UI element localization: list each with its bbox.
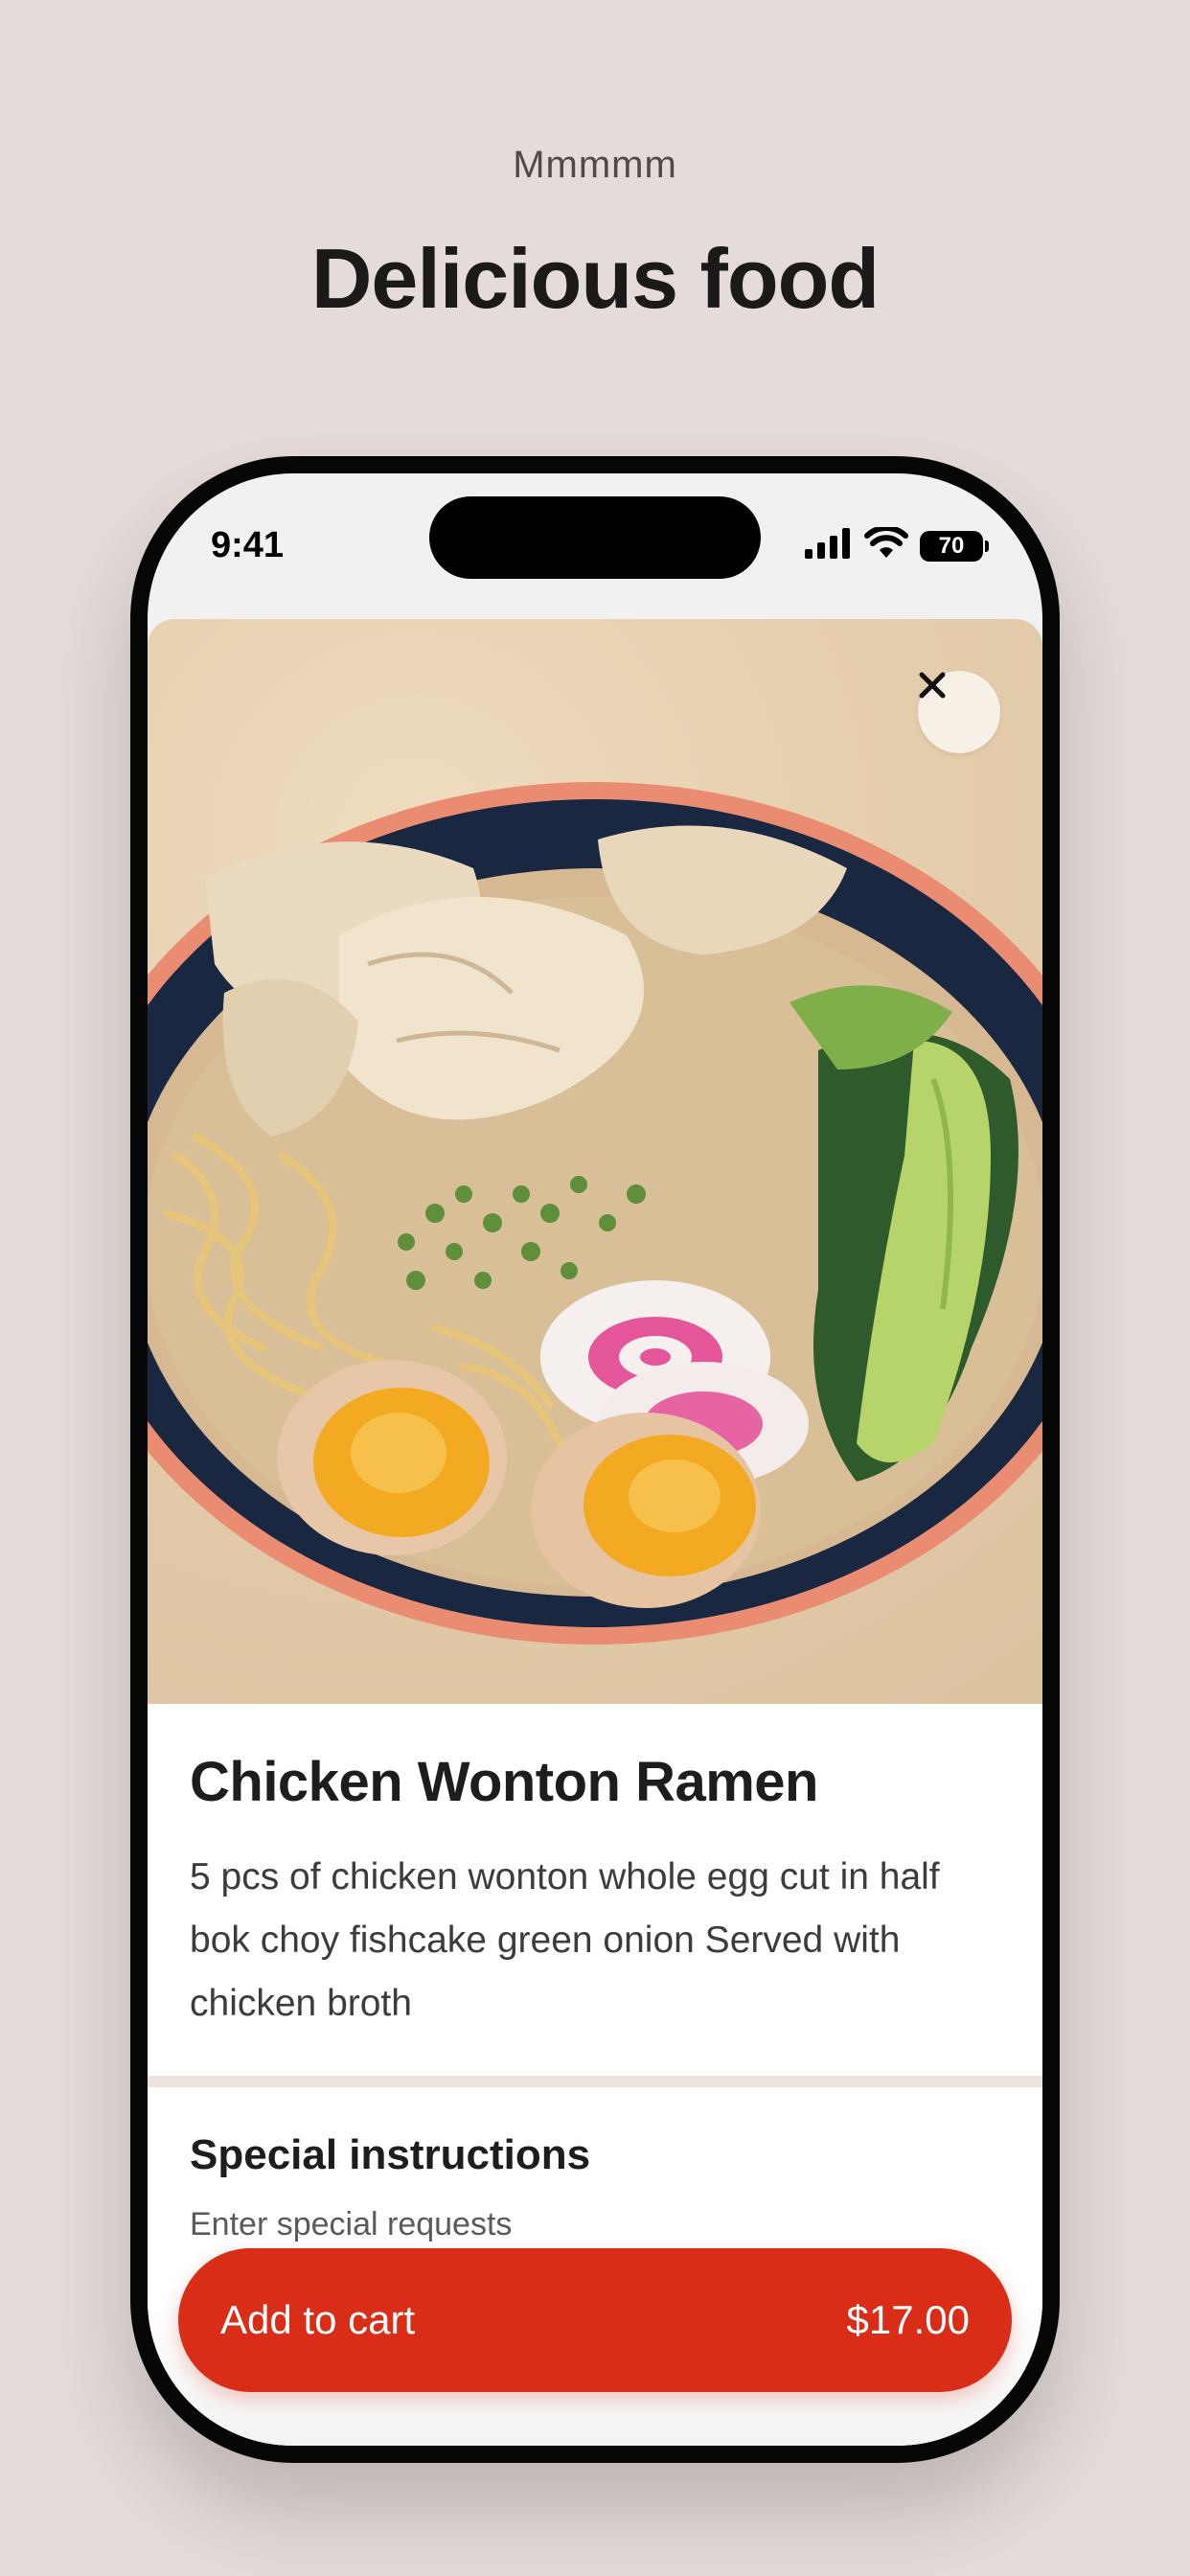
- ramen-bowl-illustration: [148, 782, 1042, 1644]
- item-detail-sheet: Chicken Wonton Ramen 5 pcs of chicken wo…: [148, 619, 1042, 2446]
- signal-icon: [805, 528, 853, 564]
- section-divider: [148, 2076, 1042, 2087]
- status-bar: 9:41 70: [148, 473, 1042, 608]
- eyebrow-text: Mmmmm: [513, 144, 677, 186]
- close-icon: [919, 672, 946, 699]
- close-button[interactable]: [918, 671, 1000, 753]
- special-instructions-title: Special instructions: [190, 2131, 591, 2178]
- add-to-cart-button[interactable]: Add to cart $17.00: [178, 2248, 1012, 2392]
- battery-indicator: 70: [920, 530, 989, 562]
- food-image: [148, 619, 1042, 1704]
- headline: Delicious food: [310, 231, 880, 326]
- status-icons: 70: [805, 525, 989, 564]
- cart-price: $17.00: [846, 2297, 970, 2342]
- item-description: 5 pcs of chicken wonton whole egg cut in…: [190, 1856, 940, 2024]
- add-to-cart-label: Add to cart: [220, 2297, 416, 2342]
- special-instructions-input[interactable]: [190, 2206, 975, 2243]
- phone-frame: 9:41 70 Chicken Wonton Ramen 5 pcs of ch…: [130, 456, 1060, 2463]
- dynamic-island: [429, 496, 761, 579]
- wifi-icon: [864, 525, 908, 564]
- phone-screen: 9:41 70 Chicken Wonton Ramen 5 pcs of ch…: [148, 473, 1042, 2446]
- item-title: Chicken Wonton Ramen: [190, 1751, 818, 1813]
- status-time: 9:41: [211, 525, 285, 565]
